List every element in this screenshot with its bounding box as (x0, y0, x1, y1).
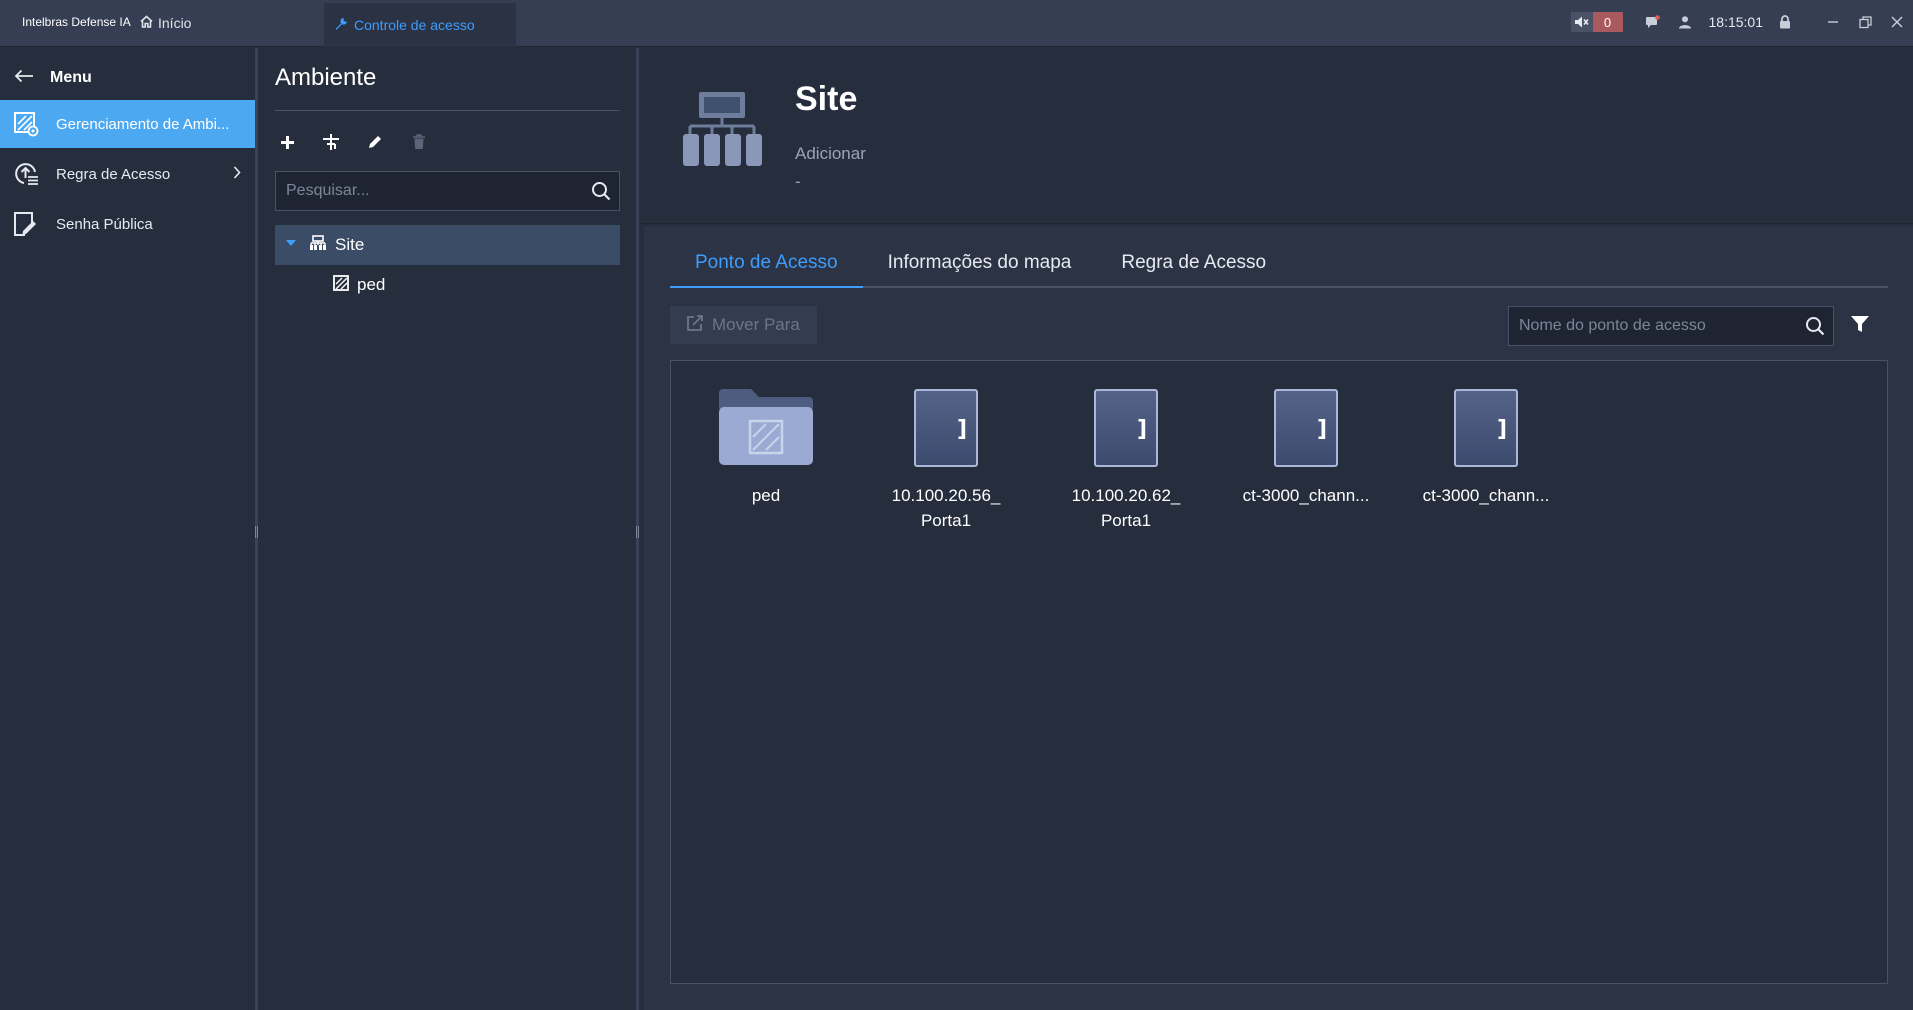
access-point-tile[interactable]: ] ct-3000_chann... (1231, 387, 1381, 508)
access-point-grid: ped ] 10.100.20.56_ Porta1 ] 10.100.20.6… (670, 360, 1888, 984)
clock-time: 18:15:01 (1708, 14, 1764, 30)
access-point-search-box (1508, 306, 1834, 346)
access-rule-icon (12, 160, 40, 188)
lock-icon[interactable] (1777, 14, 1793, 30)
door-icon: ] (1274, 389, 1338, 467)
site-large-icon (682, 90, 762, 173)
tree-splitter-grip[interactable] (636, 526, 639, 538)
public-password-icon (12, 210, 40, 238)
access-point-tile[interactable]: ] 10.100.20.62_ Porta1 (1051, 387, 1201, 533)
menu-item-label: Senha Pública (56, 215, 153, 233)
move-to-label: Mover Para (712, 315, 800, 334)
tab-access-control[interactable]: Controle de acesso (324, 3, 516, 47)
restore-button[interactable] (1849, 0, 1881, 44)
access-point-label: ped (751, 486, 781, 505)
folder-icon (716, 387, 816, 467)
tree-search-box (275, 171, 620, 211)
filter-icon[interactable] (1850, 314, 1870, 339)
tree-node-label: ped (357, 275, 386, 294)
site-description: - (795, 172, 801, 191)
access-point-label: 10.100.20.56_ Porta1 (891, 486, 1001, 530)
site-title: Site (795, 80, 858, 118)
access-point-tile[interactable]: ped (691, 387, 841, 508)
wrench-icon (334, 17, 348, 34)
arrow-left-icon (14, 69, 34, 88)
access-point-label: ct-3000_chann... (1242, 486, 1370, 505)
user-icon[interactable] (1677, 14, 1693, 30)
move-to-button[interactable]: Mover Para (670, 306, 817, 344)
add-sub-button[interactable] (321, 132, 341, 152)
door-icon: ] (1094, 389, 1158, 467)
minimize-button[interactable] (1817, 0, 1849, 44)
move-icon (686, 314, 704, 337)
access-point-search-input[interactable] (1509, 307, 1789, 345)
access-point-label: ct-3000_chann... (1422, 486, 1550, 505)
menu-item-label: Regra de Acesso (56, 165, 171, 183)
divider (275, 110, 620, 111)
tree-search-input[interactable] (276, 172, 576, 210)
site-subtitle: Adicionar (795, 144, 866, 163)
search-icon[interactable] (1805, 316, 1825, 341)
menu-item-environment-management[interactable]: Gerenciamento de Ambi... (0, 100, 255, 148)
area-icon (333, 274, 349, 296)
caret-down-icon[interactable] (285, 236, 297, 254)
tab-home-label: Início (158, 15, 192, 31)
home-icon (140, 15, 153, 31)
site-header: Site Adicionar - (640, 48, 1913, 224)
access-point-label: 10.100.20.62_ Porta1 (1071, 486, 1181, 530)
environment-tree-panel: Ambiente Site ped (258, 48, 636, 1010)
tab-access-point[interactable]: Ponto de Acesso (670, 240, 863, 288)
tab-access-rule[interactable]: Regra de Acesso (1096, 240, 1291, 286)
alarm-count-badge: 0 (1592, 12, 1623, 32)
tree-node-site[interactable]: Site (275, 225, 620, 265)
message-icon[interactable] (1645, 14, 1661, 30)
door-icon: ] (914, 389, 978, 467)
tree-node-ped[interactable]: ped (275, 265, 620, 305)
tree-title: Ambiente (275, 64, 377, 91)
menu-title: Menu (50, 69, 92, 86)
menu-item-public-password[interactable]: Senha Pública (0, 200, 255, 248)
side-menu: Menu Gerenciamento de Ambi... Regra de A… (0, 48, 255, 1010)
app-name: Intelbras Defense IA (22, 15, 131, 29)
tab-home[interactable]: Início (140, 15, 191, 31)
speaker-mute-icon (1570, 12, 1593, 32)
search-icon[interactable] (591, 181, 611, 206)
site-icon (309, 234, 327, 256)
menu-item-access-rule[interactable]: Regra de Acesso (0, 150, 255, 198)
add-button[interactable] (277, 132, 297, 152)
tab-bar: Ponto de Acesso Informações do mapa Regr… (670, 240, 1888, 288)
close-button[interactable] (1881, 0, 1913, 44)
title-bar: Intelbras Defense IA Início Controle de … (0, 0, 1913, 47)
edit-button[interactable] (365, 132, 385, 152)
delete-button[interactable] (409, 132, 429, 152)
menu-back-button[interactable]: Menu (0, 58, 255, 98)
chevron-right-icon (233, 166, 241, 184)
access-point-tile[interactable]: ] ct-3000_chann... (1411, 387, 1561, 508)
menu-item-label: Gerenciamento de Ambi... (56, 115, 230, 133)
environment-management-icon (12, 110, 40, 138)
door-icon: ] (1454, 389, 1518, 467)
tab-map-info[interactable]: Informações do mapa (863, 240, 1097, 286)
tree-node-label: Site (335, 235, 365, 254)
tab-access-control-label: Controle de acesso (354, 17, 475, 33)
main-content: Ponto de Acesso Informações do mapa Regr… (644, 226, 1913, 1010)
alarm-sound-toggle[interactable]: 0 (1570, 12, 1623, 32)
access-point-tile[interactable]: ] 10.100.20.56_ Porta1 (871, 387, 1021, 533)
